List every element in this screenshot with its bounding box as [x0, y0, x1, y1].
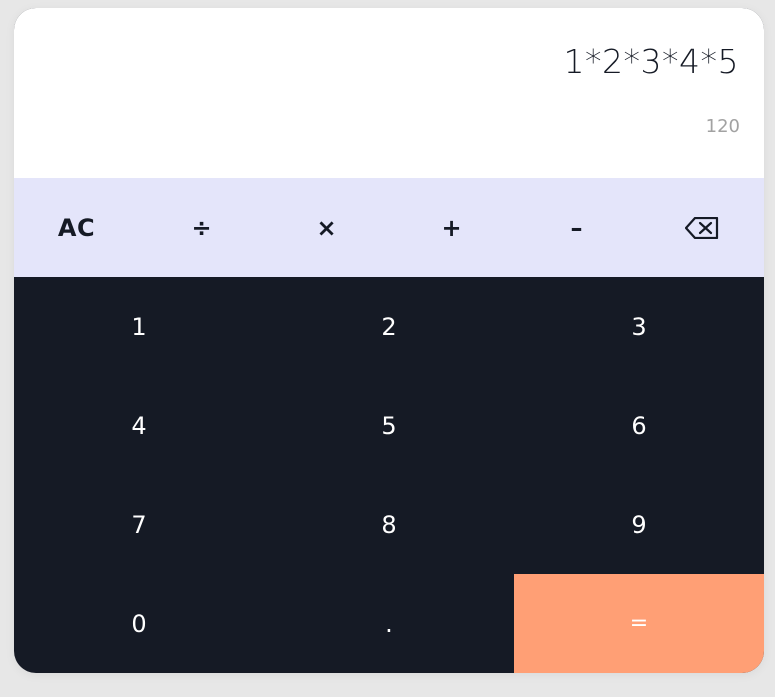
- calculator: 1*2*3*4*5 120 AC ÷ × + – 1 2 3 4 5 6 7 8…: [14, 8, 764, 673]
- backspace-button[interactable]: [639, 178, 764, 277]
- digit-9-button[interactable]: 9: [514, 475, 764, 574]
- digit-0-button[interactable]: 0: [14, 574, 264, 673]
- result-display: 120: [705, 116, 740, 137]
- number-keypad: 1 2 3 4 5 6 7 8 9 0 . =: [14, 277, 764, 673]
- digit-2-button[interactable]: 2: [264, 277, 514, 376]
- multiply-button[interactable]: ×: [264, 178, 389, 277]
- operator-row: AC ÷ × + –: [14, 178, 764, 277]
- divide-button[interactable]: ÷: [139, 178, 264, 277]
- backspace-icon: [684, 216, 718, 239]
- digit-7-button[interactable]: 7: [14, 475, 264, 574]
- equals-button[interactable]: =: [514, 574, 764, 673]
- subtract-button[interactable]: –: [514, 178, 639, 277]
- digit-4-button[interactable]: 4: [14, 376, 264, 475]
- digit-8-button[interactable]: 8: [264, 475, 514, 574]
- digit-1-button[interactable]: 1: [14, 277, 264, 376]
- digit-3-button[interactable]: 3: [514, 277, 764, 376]
- decimal-button[interactable]: .: [264, 574, 514, 673]
- expression-display: 1*2*3*4*5: [563, 42, 739, 81]
- digit-6-button[interactable]: 6: [514, 376, 764, 475]
- digit-5-button[interactable]: 5: [264, 376, 514, 475]
- display-panel: 1*2*3*4*5 120: [14, 8, 764, 178]
- add-button[interactable]: +: [389, 178, 514, 277]
- clear-button[interactable]: AC: [14, 178, 139, 277]
